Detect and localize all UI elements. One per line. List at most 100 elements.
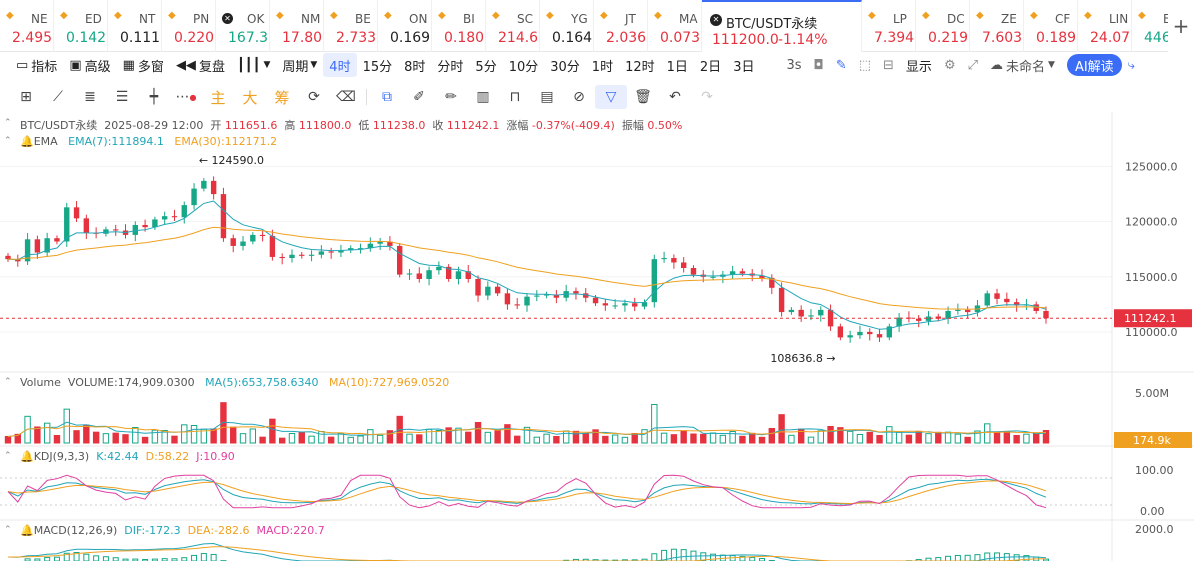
ticker-bi[interactable]: ◆ BI 0.180 bbox=[432, 0, 486, 52]
interval-0[interactable]: 4时 bbox=[323, 53, 357, 77]
eraser-icon[interactable]: ⌫ bbox=[330, 85, 362, 109]
candle bbox=[739, 271, 746, 274]
display-button[interactable]: 显示 bbox=[900, 53, 938, 77]
volume-bar bbox=[984, 423, 991, 444]
macd-bar bbox=[954, 554, 961, 561]
period-button[interactable]: 周期 ▼ bbox=[276, 53, 323, 77]
candle bbox=[563, 291, 569, 298]
magnet-icon[interactable]: ⊘ bbox=[563, 85, 595, 109]
chart-type-button[interactable]: ┃┃┃ ▼ bbox=[231, 53, 276, 77]
candle bbox=[749, 273, 755, 276]
collapse-icon[interactable]: ⌃ bbox=[4, 136, 12, 146]
ticker-be[interactable]: ◆ BE 2.733 bbox=[324, 0, 378, 52]
favorite-icon: ◆ bbox=[600, 10, 608, 21]
ticker-nt[interactable]: ◆ NT 0.111 bbox=[108, 0, 162, 52]
expand-icon[interactable]: ⤢ bbox=[962, 53, 984, 77]
interval-9[interactable]: 1日 bbox=[661, 53, 694, 77]
advanced-button[interactable]: ▣ 高级 bbox=[63, 53, 116, 77]
ticker-yg[interactable]: ◆ YG 0.164 bbox=[540, 0, 594, 52]
horizontal-ray-icon[interactable]: ┿ bbox=[138, 85, 170, 109]
layout-name-button[interactable]: ☁ 未命名 ▼ bbox=[984, 53, 1061, 77]
volume-bar bbox=[230, 426, 237, 444]
interval-8[interactable]: 12时 bbox=[619, 53, 661, 77]
draw-pen-icon[interactable]: ✎ bbox=[830, 53, 853, 77]
interval-5[interactable]: 10分 bbox=[503, 53, 545, 77]
ticker-pn[interactable]: ◆ PN 0.220 bbox=[162, 0, 216, 52]
ticker-ed[interactable]: ◆ ED 0.142 bbox=[54, 0, 108, 52]
candle bbox=[573, 291, 579, 294]
candle bbox=[945, 310, 951, 319]
collapse-icon[interactable]: ⌃ bbox=[4, 377, 12, 387]
ticker-ne[interactable]: ◆ NE 2.495 bbox=[0, 0, 54, 52]
main-indicator-button[interactable]: 主 bbox=[202, 85, 234, 109]
interval-1[interactable]: 15分 bbox=[357, 53, 399, 77]
candle bbox=[788, 309, 795, 313]
macd-bar bbox=[93, 555, 100, 561]
minus-icon[interactable]: ⊟ bbox=[877, 53, 900, 77]
interval-4[interactable]: 5分 bbox=[469, 53, 502, 77]
interval-2[interactable]: 8时 bbox=[398, 53, 431, 77]
redo-icon[interactable]: ↷ bbox=[691, 85, 723, 109]
favorite-icon: ◆ bbox=[976, 10, 984, 21]
lock-icon[interactable]: ⊓ bbox=[499, 85, 531, 109]
interval-3[interactable]: 分时 bbox=[431, 53, 469, 77]
price-tick-label: 125000.0 bbox=[1125, 161, 1178, 174]
ticker-nm[interactable]: ◆ NM 17.80 bbox=[270, 0, 324, 52]
interval-11[interactable]: 3日 bbox=[727, 53, 760, 77]
candle-tool-icon[interactable]: ▥ bbox=[467, 85, 499, 109]
ticker-sc[interactable]: ◆ SC 214.6 bbox=[486, 0, 540, 52]
replay-button[interactable]: ◀◀ 复盘 bbox=[170, 53, 231, 77]
ticker-ok[interactable]: ✕ OK 167.3 bbox=[216, 0, 270, 52]
trash-icon[interactable]: 🗑 bbox=[627, 85, 659, 109]
favorite-icon: ◆ bbox=[1084, 10, 1092, 21]
ticker-jt[interactable]: ◆ JT 2.036 bbox=[594, 0, 648, 52]
candle bbox=[318, 251, 325, 255]
seconds-button[interactable]: 3s bbox=[780, 53, 807, 77]
ticker-ma[interactable]: ◆ MA 0.073 bbox=[648, 0, 702, 52]
bookmark-icon[interactable]: ⧉ bbox=[371, 85, 403, 109]
ticker-btc-active[interactable]: ✕ BTC/USDT永续 111200.0 -1.14% bbox=[702, 0, 862, 52]
collapse-icon[interactable]: ⌃ bbox=[4, 525, 12, 535]
ticker-lp[interactable]: ◆ LP 7.394 bbox=[862, 0, 916, 52]
interval-6[interactable]: 30分 bbox=[544, 53, 586, 77]
interval-7[interactable]: 1时 bbox=[586, 53, 619, 77]
ticker-name: BE bbox=[355, 12, 371, 26]
camera-icon[interactable]: ◘ bbox=[808, 53, 830, 77]
multi-window-button[interactable]: ▦ 多窗 bbox=[117, 53, 170, 77]
candle bbox=[357, 248, 364, 250]
ticker-cf[interactable]: ◆ CF 0.189 bbox=[1024, 0, 1078, 52]
candle bbox=[769, 277, 775, 288]
volume-ma5-line bbox=[7, 421, 1047, 437]
trendline-icon[interactable]: ⟋ bbox=[42, 85, 74, 109]
fullscreen-exit-icon[interactable]: ⬚ bbox=[853, 53, 877, 77]
volume-axis-label: 5.00M bbox=[1135, 387, 1169, 400]
highlighter-icon[interactable]: ✏ bbox=[435, 85, 467, 109]
add-ticker-button[interactable]: + bbox=[1168, 0, 1194, 52]
share-icon[interactable]: ⤷ bbox=[1122, 53, 1141, 77]
note-icon[interactable]: ▤ bbox=[531, 85, 563, 109]
more-tools-icon[interactable]: ⋯ ● bbox=[170, 85, 202, 109]
interval-10[interactable]: 2日 bbox=[694, 53, 727, 77]
settings-icon[interactable]: ⚙ bbox=[938, 53, 962, 77]
chip-distribution-button[interactable]: 筹 bbox=[266, 85, 298, 109]
big-order-button[interactable]: 大 bbox=[234, 85, 266, 109]
ticker-name: MA bbox=[679, 12, 698, 26]
collapse-icon[interactable]: ⌃ bbox=[4, 118, 12, 128]
ticker-ze[interactable]: ◆ ZE 7.603 bbox=[970, 0, 1024, 52]
pen-icon[interactable]: ✐ bbox=[403, 85, 435, 109]
volume-bar bbox=[915, 430, 922, 444]
filter-icon[interactable]: ▽ bbox=[595, 85, 627, 109]
ticker-on[interactable]: ◆ ON 0.169 bbox=[378, 0, 432, 52]
volume-bar bbox=[925, 433, 932, 444]
collapse-icon[interactable]: ⌃ bbox=[4, 451, 12, 461]
volume-bar bbox=[886, 426, 893, 444]
indicators-button[interactable]: ▭ 指标 bbox=[10, 53, 63, 77]
ai-interpret-button[interactable]: AI解读 bbox=[1066, 54, 1122, 76]
parallel-lines-icon[interactable]: ≣ bbox=[74, 85, 106, 109]
ticker-dc[interactable]: ◆ DC 0.219 bbox=[916, 0, 970, 52]
crosshair-icon[interactable]: ⊞ bbox=[10, 85, 42, 109]
ticker-lin[interactable]: ◆ LIN 24.07 bbox=[1078, 0, 1132, 52]
undo-icon[interactable]: ↶ bbox=[659, 85, 691, 109]
horizontal-lines-icon[interactable]: ☰ bbox=[106, 85, 138, 109]
refresh-icon[interactable]: ⟳ bbox=[298, 85, 330, 109]
